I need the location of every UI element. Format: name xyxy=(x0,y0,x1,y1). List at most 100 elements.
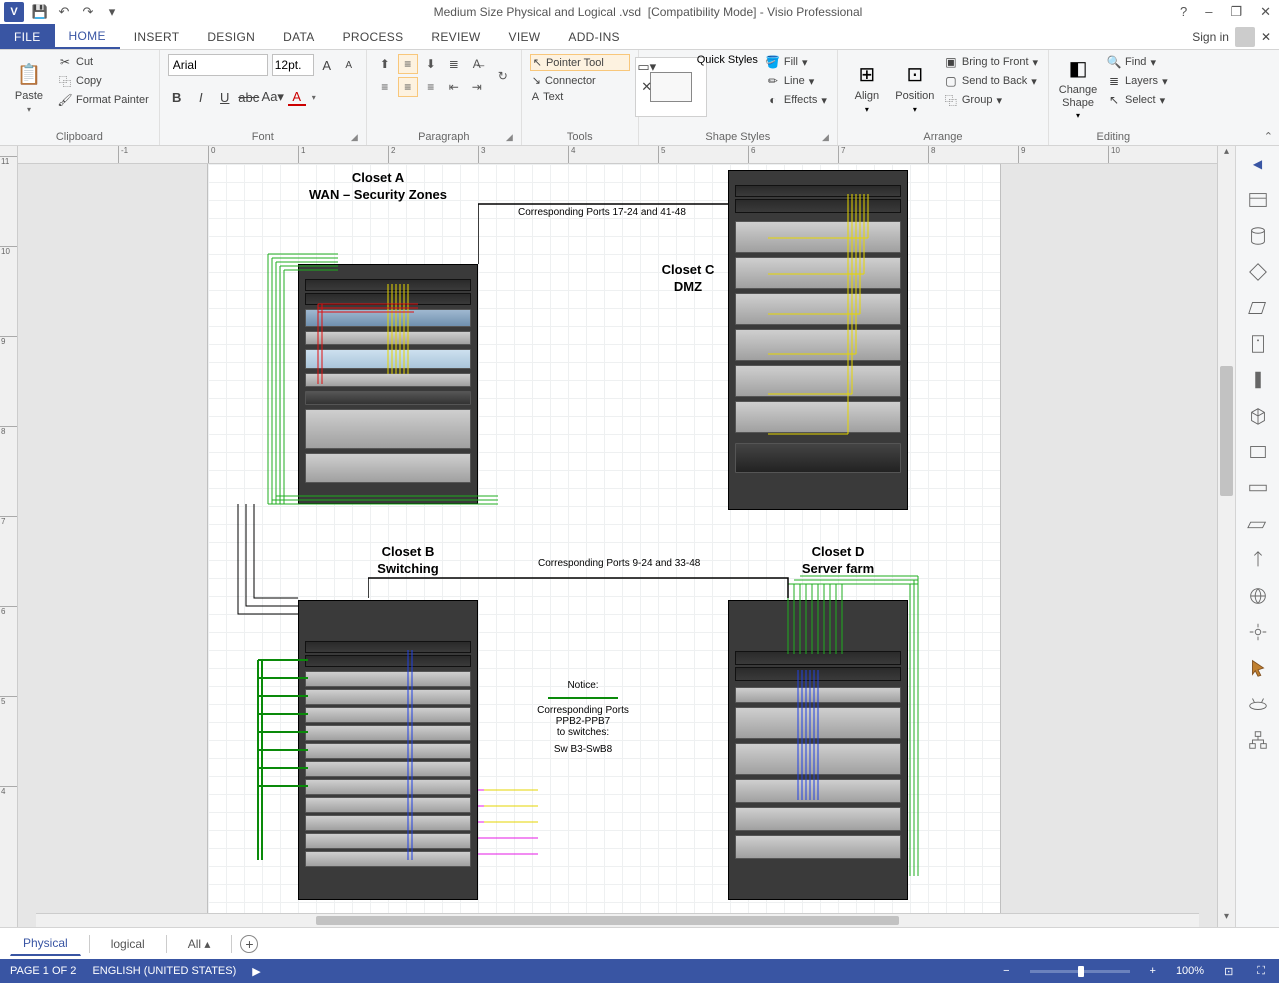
shape-router-icon[interactable] xyxy=(1246,692,1270,716)
position-button[interactable]: ⊡Position▾ xyxy=(894,54,936,120)
send-back-button[interactable]: ▢Send to Back▾ xyxy=(942,73,1040,89)
shape-globe-icon[interactable] xyxy=(1246,584,1270,608)
add-page-button[interactable]: + xyxy=(240,935,258,953)
paste-button[interactable]: 📋 Paste ▾ xyxy=(8,54,50,120)
status-page[interactable]: PAGE 1 OF 2 xyxy=(10,965,76,977)
font-dialog-launcher[interactable]: ◢ xyxy=(351,132,358,143)
scrollbar-vertical[interactable]: ▴ ▾ xyxy=(1217,146,1235,927)
align-button[interactable]: ⊞Align▾ xyxy=(846,54,888,120)
tab-home[interactable]: HOME xyxy=(55,24,120,49)
minimize-icon[interactable]: – xyxy=(1201,4,1216,20)
group-button[interactable]: ⿻Group▾ xyxy=(942,92,1040,108)
shape-box-icon[interactable] xyxy=(1246,440,1270,464)
layers-button[interactable]: ≣Layers▾ xyxy=(1105,73,1170,89)
shape-satellite-icon[interactable] xyxy=(1246,620,1270,644)
tab-review[interactable]: REVIEW xyxy=(417,24,494,49)
shape-server-icon[interactable] xyxy=(1246,332,1270,356)
shape-styles-dialog-launcher[interactable]: ◢ xyxy=(822,132,829,143)
underline-button[interactable]: U xyxy=(216,88,234,106)
indent-inc-icon[interactable]: ⇥ xyxy=(467,77,487,97)
close-doc-icon[interactable]: ✕ xyxy=(1261,30,1271,44)
delete-tool-icon[interactable]: ✕ xyxy=(638,78,656,96)
font-name-input[interactable] xyxy=(168,54,268,76)
rack-closet-a[interactable] xyxy=(298,264,478,504)
line-button[interactable]: ✏Line▾ xyxy=(764,73,829,89)
scroll-up-icon[interactable]: ▴ xyxy=(1218,146,1235,162)
align-middle-icon[interactable]: ≡ xyxy=(398,54,418,74)
shape-cylinder-icon[interactable] xyxy=(1246,224,1270,248)
rotate-text-icon[interactable]: ↻ xyxy=(493,54,513,98)
tab-process[interactable]: PROCESS xyxy=(329,24,418,49)
drawing-page[interactable]: Closet AWAN – Security Zones Closet CDMZ… xyxy=(208,164,1000,924)
shape-parallelogram-icon[interactable] xyxy=(1246,296,1270,320)
format-painter-button[interactable]: 🖌Format Painter xyxy=(56,92,151,108)
help-icon[interactable]: ? xyxy=(1176,4,1191,20)
shape-flat-icon[interactable] xyxy=(1246,512,1270,536)
close-icon[interactable]: ✕ xyxy=(1256,4,1275,20)
shape-rack-icon[interactable] xyxy=(1246,188,1270,212)
save-icon[interactable]: 💾 xyxy=(32,4,48,20)
tab-file[interactable]: FILE xyxy=(0,24,55,49)
scrollbar-horizontal[interactable] xyxy=(36,913,1199,927)
zoom-level[interactable]: 100% xyxy=(1176,965,1204,977)
zoom-out-button[interactable]: − xyxy=(999,965,1013,977)
restore-icon[interactable]: ❐ xyxy=(1226,4,1246,20)
align-center-icon[interactable]: ≡ xyxy=(398,77,418,97)
font-color-button[interactable]: A xyxy=(288,88,306,106)
find-button[interactable]: 🔍Find▾ xyxy=(1105,54,1170,70)
status-language[interactable]: ENGLISH (UNITED STATES) xyxy=(92,965,236,977)
connector-tool-button[interactable]: ↘Connector xyxy=(530,73,630,88)
page-tab-all[interactable]: All ▴ xyxy=(175,932,224,956)
strike-button[interactable]: abc xyxy=(240,88,258,106)
change-shape-button[interactable]: ◧Change Shape▾ xyxy=(1057,54,1099,120)
redo-icon[interactable]: ↷ xyxy=(80,4,96,20)
shrink-font-icon[interactable]: A xyxy=(340,56,358,74)
macro-icon[interactable]: ▶ xyxy=(252,965,260,978)
undo-icon[interactable]: ↶ xyxy=(56,4,72,20)
shape-arrow-icon[interactable] xyxy=(1246,548,1270,572)
bring-front-button[interactable]: ▣Bring to Front▾ xyxy=(942,54,1040,70)
tab-data[interactable]: DATA xyxy=(269,24,328,49)
tab-insert[interactable]: INSERT xyxy=(120,24,194,49)
shape-column-icon[interactable] xyxy=(1246,368,1270,392)
fit-page-icon[interactable]: ⊡ xyxy=(1220,965,1237,978)
canvas[interactable]: Closet AWAN – Security Zones Closet CDMZ… xyxy=(18,164,1217,927)
grow-font-icon[interactable]: A xyxy=(318,56,336,74)
copy-button[interactable]: ⿻Copy xyxy=(56,73,151,89)
fill-button[interactable]: 🪣Fill▾ xyxy=(764,54,829,70)
shape-cube-icon[interactable] xyxy=(1246,404,1270,428)
signin-area[interactable]: Sign in ✕ xyxy=(1184,24,1279,49)
tab-view[interactable]: VIEW xyxy=(495,24,555,49)
clear-format-icon[interactable]: A̶ xyxy=(467,54,487,74)
scroll-down-icon[interactable]: ▾ xyxy=(1218,911,1235,927)
effects-button[interactable]: ◐Effects▾ xyxy=(764,92,829,108)
case-button[interactable]: Aa▾ xyxy=(264,88,282,106)
rack-closet-b[interactable] xyxy=(298,600,478,900)
collapse-ribbon-icon[interactable]: ⌃ xyxy=(1264,130,1273,143)
align-right-icon[interactable]: ≡ xyxy=(421,77,441,97)
bold-button[interactable]: B xyxy=(168,88,186,106)
align-bottom-icon[interactable]: ⬇ xyxy=(421,54,441,74)
italic-button[interactable]: I xyxy=(192,88,210,106)
shape-switch-icon[interactable] xyxy=(1246,476,1270,500)
tab-design[interactable]: DESIGN xyxy=(193,24,269,49)
shape-diamond-icon[interactable] xyxy=(1246,260,1270,284)
tab-addins[interactable]: ADD-INS xyxy=(554,24,633,49)
page-tab-logical[interactable]: logical xyxy=(98,932,158,956)
rack-closet-c[interactable] xyxy=(728,170,908,510)
bullets-icon[interactable]: ≣ xyxy=(444,54,464,74)
zoom-slider[interactable] xyxy=(1030,970,1130,973)
align-top-icon[interactable]: ⬆ xyxy=(375,54,395,74)
rack-closet-d[interactable] xyxy=(728,600,908,900)
cut-button[interactable]: ✂Cut xyxy=(56,54,151,70)
text-tool-button[interactable]: AText xyxy=(530,90,630,104)
scroll-thumb[interactable] xyxy=(1220,366,1233,496)
align-left-icon[interactable]: ≡ xyxy=(375,77,395,97)
rectangle-tool-icon[interactable]: ▭▾ xyxy=(638,58,656,76)
shape-hierarchy-icon[interactable] xyxy=(1246,728,1270,752)
select-button[interactable]: ↖Select▾ xyxy=(1105,92,1170,108)
font-size-input[interactable] xyxy=(272,54,314,76)
expand-shapes-icon[interactable]: ◀ xyxy=(1246,152,1270,176)
zoom-in-button[interactable]: + xyxy=(1146,965,1160,977)
page-tab-physical[interactable]: Physical xyxy=(10,931,81,956)
